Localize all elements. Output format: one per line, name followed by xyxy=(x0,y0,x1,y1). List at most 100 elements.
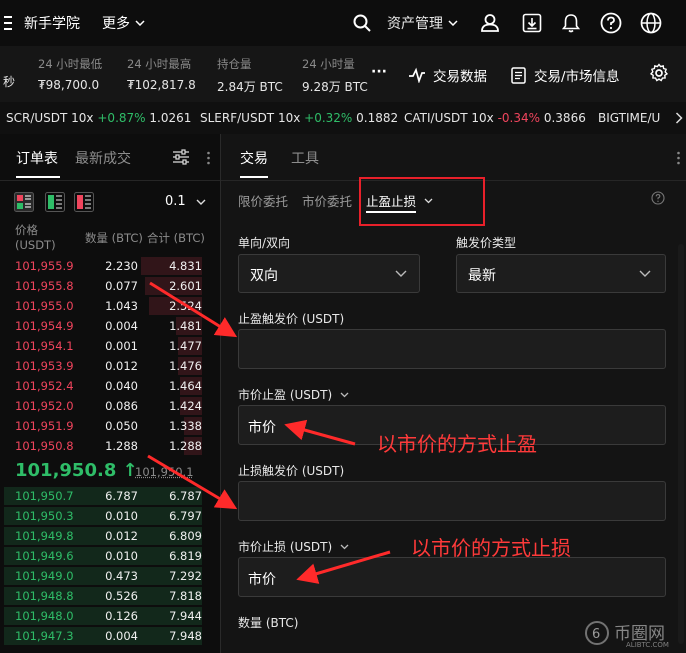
tab-trade[interactable]: 交易 xyxy=(240,148,268,168)
trade-data-button[interactable]: 交易数据 xyxy=(408,65,487,85)
search-icon[interactable] xyxy=(353,14,371,32)
chevron-down-icon xyxy=(448,20,458,26)
bell-icon[interactable] xyxy=(562,13,580,33)
ask-row[interactable]: 101,953.9 0.012 1.476 xyxy=(0,356,206,376)
tab-tools[interactable]: 工具 xyxy=(291,148,319,168)
document-icon xyxy=(511,66,526,84)
price-cell: 101,955.0 xyxy=(15,299,74,313)
more-stats-button[interactable]: ··· xyxy=(371,64,387,80)
ticker-price: 0.3866 xyxy=(543,111,586,125)
globe-icon[interactable] xyxy=(640,12,662,34)
price-cell: 101,953.9 xyxy=(15,359,74,373)
sl-trigger-label: 止损触发价 (USDT) xyxy=(238,464,345,478)
ticker-price: 0.1882 xyxy=(356,111,399,125)
ask-row[interactable]: 101,952.0 0.086 1.424 xyxy=(0,396,206,416)
tab-orderbook[interactable]: 订单表 xyxy=(16,148,58,168)
ask-row[interactable]: 101,951.9 0.050 1.338 xyxy=(0,416,206,436)
ticker-item-cati[interactable]: CATI/USDT 10x -0.34% 0.3866 xyxy=(404,111,586,125)
sl-market-input[interactable]: 市价 xyxy=(238,557,666,597)
tp-trigger-input[interactable] xyxy=(238,329,666,369)
asks-only-view-icon[interactable] xyxy=(74,192,94,212)
price-cell: 101,947.3 xyxy=(15,629,74,643)
sl-market-label-row[interactable]: 市价止损 (USDT) xyxy=(238,538,349,555)
trigger-type-select[interactable]: 最新 xyxy=(456,254,666,293)
qty-cell: 0.012 xyxy=(105,359,138,373)
ticker-item-slerf[interactable]: SLERF/USDT 10x +0.32% 0.1882 xyxy=(200,111,398,125)
trade-data-label: 交易数据 xyxy=(433,69,487,85)
price-cell: 101,950.3 xyxy=(15,509,74,523)
trade-panel: 交易 工具 限价委托 市价委托 止盈止损 单向/双向 双向 触发价类型 最新 止… xyxy=(221,134,686,653)
chart-pulse-icon xyxy=(408,67,426,83)
market-info-button[interactable]: 交易/市场信息 xyxy=(511,65,620,85)
tab-underline xyxy=(16,176,60,178)
qty-cell: 1.043 xyxy=(105,299,138,313)
stat-value: ₮98,700.0 xyxy=(38,78,100,92)
svg-text:6: 6 xyxy=(592,627,600,642)
last-price: 101,950.8 ↑ xyxy=(15,460,138,481)
ticker-item-bigtime[interactable]: BIGTIME/U xyxy=(598,111,660,125)
stat-24h-high: 24 小时最高 ₮102,817.8 xyxy=(127,56,196,92)
bid-row[interactable]: 101,950.7 6.787 6.787 xyxy=(0,486,206,506)
chevron-down-icon xyxy=(340,392,349,398)
help-icon[interactable] xyxy=(600,12,622,34)
ticker-item-scr[interactable]: SCR/USDT 10x +0.87% 1.0261 xyxy=(6,111,191,125)
tp-market-label-row[interactable]: 市价止盈 (USDT) xyxy=(238,386,349,403)
total-cell: 1.338 xyxy=(169,419,202,433)
bid-row[interactable]: 101,950.3 0.010 6.797 xyxy=(0,506,206,526)
ask-row[interactable]: 101,955.8 0.077 2.601 xyxy=(0,276,206,296)
bid-row[interactable]: 101,949.0 0.473 7.292 xyxy=(0,566,206,586)
ticker-strip: SCR/USDT 10x +0.87% 1.0261 SLERF/USDT 10… xyxy=(0,102,686,135)
col-total-label: 合计 (BTC) xyxy=(147,231,205,245)
total-cell: 1.424 xyxy=(169,399,202,413)
mode-select[interactable]: 双向 xyxy=(238,254,420,293)
drag-handle-icon[interactable] xyxy=(677,151,680,165)
price-cell: 101,955.8 xyxy=(15,279,74,293)
order-type-limit[interactable]: 限价委托 xyxy=(238,191,288,210)
total-cell: 2.601 xyxy=(169,279,202,293)
price-cell: 101,949.0 xyxy=(15,569,74,583)
user-icon[interactable] xyxy=(480,13,500,33)
total-cell: 7.948 xyxy=(169,629,202,643)
ask-row[interactable]: 101,952.4 0.040 1.464 xyxy=(0,376,206,396)
total-cell: 6.797 xyxy=(169,509,202,523)
drag-handle-icon[interactable] xyxy=(207,151,210,165)
col-qty-label: 数量 (BTC) xyxy=(85,231,143,245)
precision-select[interactable]: 0.1 xyxy=(165,194,206,209)
bid-row[interactable]: 101,948.8 0.526 7.818 xyxy=(0,586,206,606)
sl-trigger-input[interactable] xyxy=(238,481,666,521)
scrollbar-track[interactable] xyxy=(678,244,684,644)
stat-label: 持仓量 xyxy=(217,57,252,71)
stat-open-interest: 持仓量 2.84万 BTC xyxy=(217,56,283,95)
both-sides-view-icon[interactable] xyxy=(14,192,34,212)
ask-row[interactable]: 101,950.8 1.288 1.288 xyxy=(0,436,206,456)
ask-row[interactable]: 101,954.1 0.001 1.477 xyxy=(0,336,206,356)
ask-row[interactable]: 101,955.0 1.043 2.524 xyxy=(0,296,206,316)
help-circle-icon[interactable] xyxy=(651,191,665,205)
chevron-right-icon[interactable] xyxy=(671,102,686,134)
ticker-change: +0.32% xyxy=(304,111,353,125)
ask-row[interactable]: 101,954.9 0.004 1.481 xyxy=(0,316,206,336)
sliders-icon[interactable] xyxy=(172,149,190,165)
nav-more[interactable]: 更多 xyxy=(102,13,145,33)
qty-cell: 0.012 xyxy=(105,529,138,543)
stat-24h-low: 24 小时最低 ₮98,700.0 xyxy=(38,56,102,92)
hamburger-menu-icon[interactable] xyxy=(4,15,12,31)
nav-learn[interactable]: 新手学院 xyxy=(24,13,80,33)
bids-only-view-icon[interactable] xyxy=(45,192,65,212)
divider xyxy=(0,180,220,181)
total-cell: 4.831 xyxy=(169,259,202,273)
tab-recent-trades[interactable]: 最新成交 xyxy=(75,148,131,168)
bid-row[interactable]: 101,949.6 0.010 6.819 xyxy=(0,546,206,566)
coin-logo-icon: 6 xyxy=(584,620,610,646)
settings-gear-icon[interactable] xyxy=(649,63,669,83)
asset-management-menu[interactable]: 资产管理 xyxy=(387,13,458,33)
total-cell: 7.944 xyxy=(169,609,202,623)
tab-underline xyxy=(240,176,268,178)
bid-row[interactable]: 101,947.3 0.004 7.948 xyxy=(0,626,206,646)
bid-row[interactable]: 101,948.0 0.126 7.944 xyxy=(0,606,206,626)
order-type-market[interactable]: 市价委托 xyxy=(302,191,352,210)
price-cell: 101,954.9 xyxy=(15,319,74,333)
bid-row[interactable]: 101,949.8 0.012 6.809 xyxy=(0,526,206,546)
download-icon[interactable] xyxy=(522,13,542,33)
ask-row[interactable]: 101,955.9 2.230 4.831 xyxy=(0,256,206,276)
